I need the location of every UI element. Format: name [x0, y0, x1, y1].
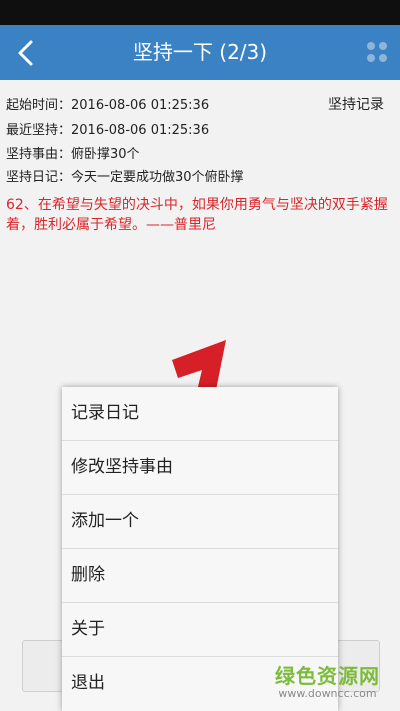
recent-time-value: 2016-08-06 01:25:36	[71, 123, 210, 138]
menu-item-about[interactable]: 关于	[62, 603, 338, 657]
app-bar: 坚持一下 (2/3)	[0, 25, 400, 80]
diary-value: 今天一定要成功做30个俯卧撑	[71, 170, 244, 185]
status-bar	[0, 0, 400, 25]
grid-dots-icon	[367, 42, 387, 62]
menu-item-delete[interactable]: 删除	[62, 549, 338, 603]
reason-row: 坚持事由：俯卧撑30个	[6, 143, 140, 162]
menu-item-add[interactable]: 添加一个	[62, 495, 338, 549]
back-button[interactable]	[8, 25, 44, 80]
motivational-quote: 62、在希望与失望的决斗中，如果你用勇气与坚决的双手紧握着，胜利必属于希望。——…	[6, 197, 388, 233]
diary-row: 坚持日记：今天一定要成功做30个俯卧撑	[6, 166, 244, 185]
recent-time-label: 最近坚持：	[6, 123, 72, 138]
start-time-row: 起始时间：2016-08-06 01:25:36	[6, 94, 209, 113]
reason-label: 坚持事由：	[6, 147, 72, 162]
start-time-label: 起始时间：	[6, 98, 72, 113]
more-button[interactable]	[364, 39, 390, 65]
menu-item-record-diary[interactable]: 记录日记	[62, 387, 338, 441]
reason-value: 俯卧撑30个	[71, 147, 140, 162]
menu-item-exit[interactable]: 退出	[62, 657, 338, 710]
chevron-left-icon	[18, 40, 33, 65]
start-time-value: 2016-08-06 01:25:36	[71, 98, 210, 113]
menu-item-edit-reason[interactable]: 修改坚持事由	[62, 441, 338, 495]
options-menu: 记录日记 修改坚持事由 添加一个 删除 关于 退出	[62, 387, 338, 711]
recent-time-row: 最近坚持：2016-08-06 01:25:36	[6, 119, 209, 138]
diary-label: 坚持日记：	[6, 170, 72, 185]
page-title: 坚持一下 (2/3)	[132, 40, 268, 64]
history-link[interactable]: 坚持记录	[328, 94, 384, 114]
